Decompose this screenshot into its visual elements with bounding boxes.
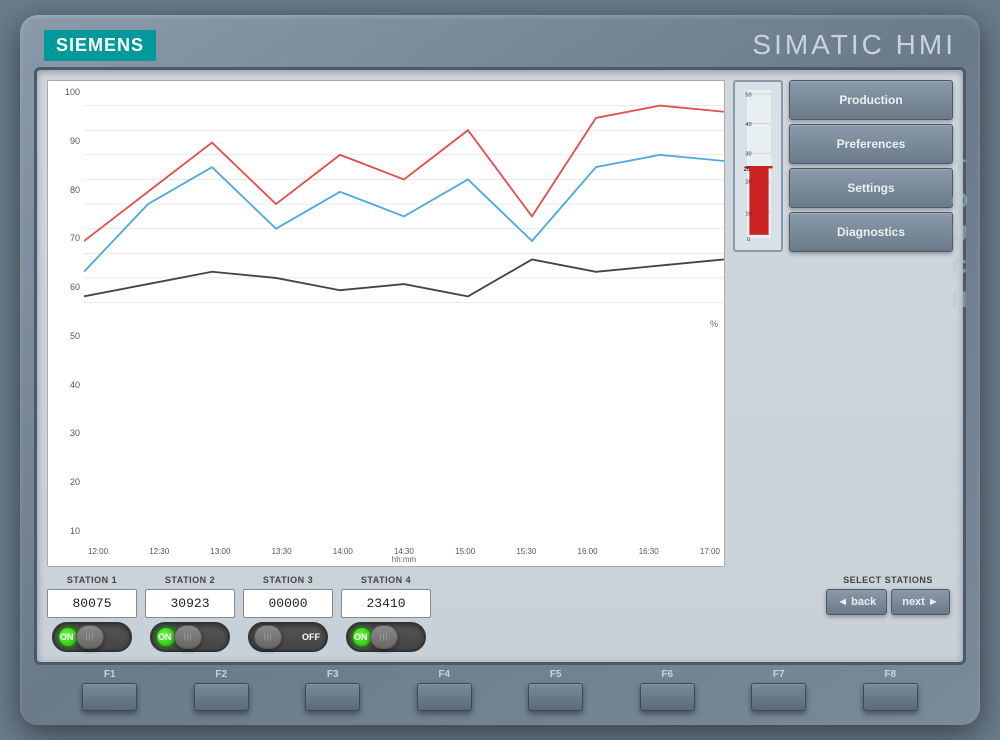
station-1-value: 80075	[47, 589, 137, 618]
station-3-off-label: OFF	[302, 632, 320, 642]
svg-text:50: 50	[745, 92, 751, 98]
nav-buttons: Production Preferences Settings Diagnost…	[789, 80, 953, 252]
station-2-label: STATION 2	[165, 575, 215, 585]
x-axis-unit: hh:mm	[84, 555, 724, 566]
hmi-title: SIMATIC HMI	[752, 29, 956, 61]
function-keys-row: F1 F2 F3 F4 F5 F6 F7 F8	[34, 665, 966, 715]
station-3-knob	[254, 625, 282, 649]
next-button[interactable]: next ►	[891, 589, 950, 615]
f2-button[interactable]	[194, 683, 249, 711]
right-panel: 50 40 30 25 20 10 0 Production Preferenc…	[733, 80, 953, 567]
settings-button[interactable]: Settings	[789, 168, 953, 208]
screen-bottom: STATION 1 80075 ON STATION 2 30923 ON	[47, 575, 953, 652]
station-4-toggle[interactable]: ON	[346, 622, 426, 652]
select-stations-area: SELECT STATIONS ◄ back next ►	[823, 575, 953, 615]
device-frame: TOUCH SIEMENS SIMATIC HMI 100 90 80 70 6…	[20, 15, 980, 725]
f6-button[interactable]	[640, 683, 695, 711]
nav-arrows: ◄ back next ►	[826, 589, 950, 615]
f8-key: F8	[863, 669, 918, 711]
diagnostics-button[interactable]: Diagnostics	[789, 212, 953, 252]
station-3-toggle[interactable]: OFF	[248, 622, 328, 652]
f7-button[interactable]	[751, 683, 806, 711]
f5-key: F5	[528, 669, 583, 711]
chart-percent-label: %	[710, 319, 718, 329]
station-4-label: STATION 4	[361, 575, 411, 585]
f6-key: F6	[640, 669, 695, 711]
chart-area: 100 90 80 70 60 50 40 30 20 10	[47, 80, 725, 567]
back-button[interactable]: ◄ back	[826, 589, 887, 615]
chart-svg	[84, 81, 724, 327]
f4-key: F4	[417, 669, 472, 711]
station-1: STATION 1 80075 ON	[47, 575, 137, 652]
svg-text:0: 0	[747, 237, 750, 243]
f4-button[interactable]	[417, 683, 472, 711]
station-4: STATION 4 23410 ON	[341, 575, 431, 652]
stations-area: STATION 1 80075 ON STATION 2 30923 ON	[47, 575, 815, 652]
station-2-on-label: ON	[158, 632, 172, 642]
station-3: STATION 3 00000 OFF	[243, 575, 333, 652]
touch-label: TOUCH	[946, 155, 972, 320]
station-1-toggle[interactable]: ON	[52, 622, 132, 652]
svg-text:25: 25	[744, 167, 750, 173]
production-button[interactable]: Production	[789, 80, 953, 120]
station-1-on-label: ON	[60, 632, 74, 642]
station-1-label: STATION 1	[67, 575, 117, 585]
f1-button[interactable]	[82, 683, 137, 711]
chart-y-axis: 100 90 80 70 60 50 40 30 20 10	[48, 81, 84, 536]
station-4-value: 23410	[341, 589, 431, 618]
station-4-on-label: ON	[354, 632, 368, 642]
siemens-logo: SIEMENS	[44, 30, 156, 61]
f2-key: F2	[194, 669, 249, 711]
svg-text:30: 30	[745, 152, 751, 158]
station-2-toggle[interactable]: ON	[150, 622, 230, 652]
station-4-knob	[370, 625, 398, 649]
f1-key: F1	[82, 669, 137, 711]
station-1-knob	[76, 625, 104, 649]
screen-top: 100 90 80 70 60 50 40 30 20 10	[47, 80, 953, 567]
screen: 100 90 80 70 60 50 40 30 20 10	[34, 67, 966, 665]
f3-key: F3	[305, 669, 360, 711]
svg-text:10: 10	[745, 212, 751, 218]
f3-button[interactable]	[305, 683, 360, 711]
select-stations-label: SELECT STATIONS	[843, 575, 933, 585]
station-3-value: 00000	[243, 589, 333, 618]
gauge-buttons-row: 50 40 30 25 20 10 0 Production Preferenc…	[733, 80, 953, 252]
f7-key: F7	[751, 669, 806, 711]
station-2-knob	[174, 625, 202, 649]
f8-button[interactable]	[863, 683, 918, 711]
svg-text:20: 20	[745, 180, 751, 186]
gauge: 50 40 30 25 20 10 0	[733, 80, 783, 252]
station-2-value: 30923	[145, 589, 235, 618]
preferences-button[interactable]: Preferences	[789, 124, 953, 164]
svg-text:40: 40	[745, 122, 751, 128]
f5-button[interactable]	[528, 683, 583, 711]
gauge-svg: 50 40 30 25 20 10 0	[739, 86, 779, 246]
station-2: STATION 2 30923 ON	[145, 575, 235, 652]
station-3-label: STATION 3	[263, 575, 313, 585]
top-bar: SIEMENS SIMATIC HMI	[34, 29, 966, 61]
